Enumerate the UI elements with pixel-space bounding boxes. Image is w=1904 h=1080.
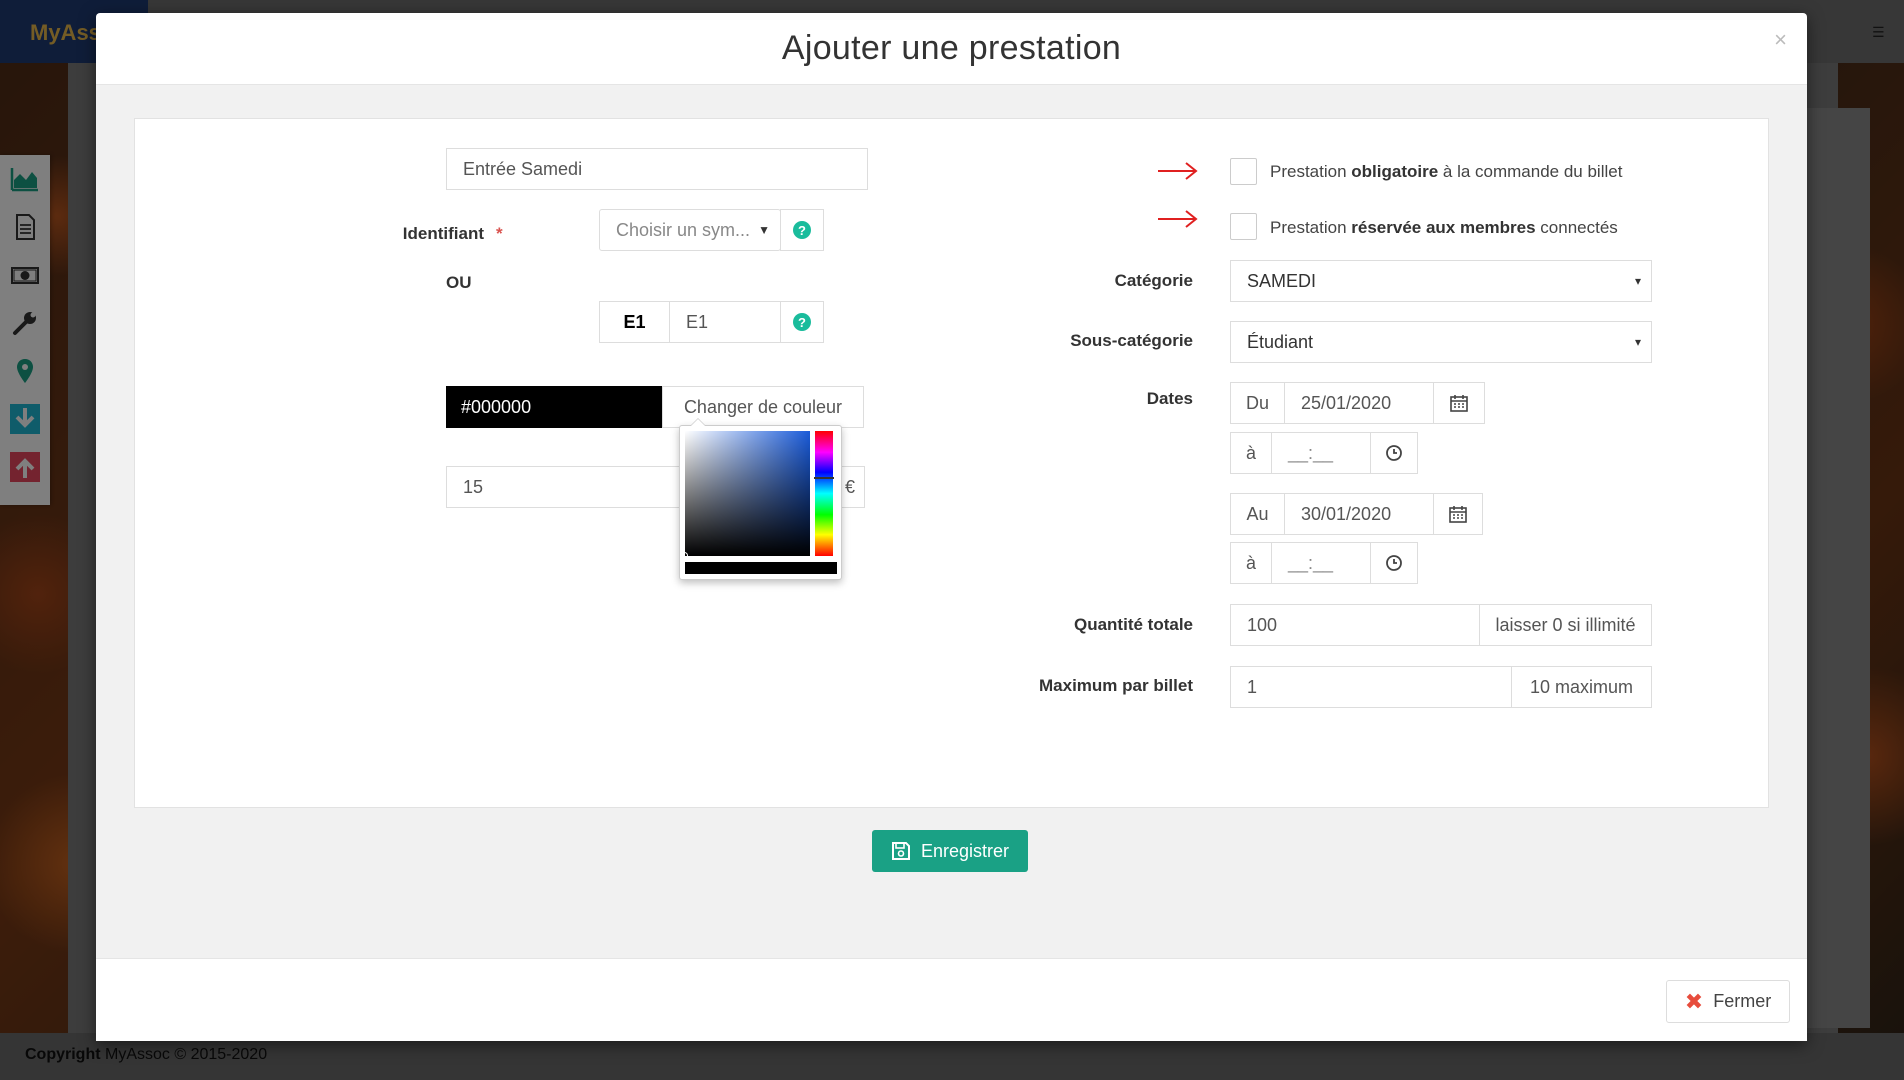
close-button-label: Fermer [1713, 991, 1772, 1011]
quantite-input[interactable]: 100 [1230, 604, 1480, 646]
floppy-disk-icon [891, 842, 910, 860]
obligatoire-label-pre: Prestation [1270, 162, 1352, 181]
du-date-input[interactable]: 25/01/2020 [1284, 382, 1434, 424]
caret-down-icon: ▼ [758, 223, 770, 237]
au-date-input[interactable]: 30/01/2020 [1284, 493, 1434, 535]
arrow-right-icon [1158, 210, 1198, 228]
modal-body [96, 85, 1807, 958]
caret-down-icon: ▾ [1634, 274, 1641, 288]
texte-input[interactable]: E1 [669, 301, 781, 343]
modal-header: Ajouter une prestation × [96, 13, 1807, 85]
quantite-hint: laisser 0 si illimité [1479, 604, 1652, 646]
reservee-label-pre: Prestation [1270, 218, 1352, 237]
obligatoire-label-post: à la commande du billet [1438, 162, 1623, 181]
symbol-select-placeholder: Choisir un sym... [616, 219, 751, 240]
reservee-label-post: connectés [1535, 218, 1618, 237]
close-button[interactable]: ✖ Fermer [1666, 980, 1790, 1023]
souscategorie-label: Sous-catégorie [1070, 331, 1193, 350]
caret-down-icon: ▾ [1634, 335, 1641, 349]
close-x-icon: ✖ [1684, 988, 1704, 1014]
categorie-select-value: SAMEDI [1247, 270, 1317, 291]
reservee-checkbox[interactable] [1230, 213, 1257, 240]
hue-slider[interactable] [815, 431, 833, 556]
ou-label: OU [446, 273, 472, 292]
au-addon: Au [1230, 493, 1285, 535]
au-clock-button[interactable] [1370, 542, 1418, 584]
alpha-slider[interactable] [685, 562, 837, 574]
save-button[interactable]: Enregistrer [872, 830, 1028, 872]
obligatoire-checkbox[interactable] [1230, 158, 1257, 185]
maximum-hint: 10 maximum [1511, 666, 1652, 708]
identifiant-required-mark: * [496, 224, 503, 243]
save-button-label: Enregistrer [920, 840, 1010, 861]
add-prestation-modal: Ajouter une prestation × Nom * Entrée Sa… [96, 13, 1807, 1041]
du-addon: Du [1230, 382, 1285, 424]
maximum-input[interactable]: 1 [1230, 666, 1512, 708]
reservee-label: Prestation réservée aux membres connecté… [1270, 218, 1618, 238]
clock-icon [1386, 445, 1402, 461]
du-clock-button[interactable] [1370, 432, 1418, 474]
color-value-field[interactable]: #000000 [446, 386, 663, 428]
obligatoire-label: Prestation obligatoire à la commande du … [1270, 162, 1622, 182]
categorie-label: Catégorie [1114, 271, 1193, 290]
question-circle-icon: ? [793, 313, 811, 331]
texte-preview: E1 [599, 301, 670, 343]
modal-footer [96, 958, 1807, 1041]
clock-icon [1386, 555, 1402, 571]
souscategorie-select-value: Étudiant [1247, 331, 1314, 352]
du-time-input[interactable]: __:__ [1271, 432, 1371, 474]
saturation-marker[interactable] [681, 552, 688, 559]
categorie-select[interactable]: SAMEDI ▾ [1230, 260, 1652, 302]
obligatoire-label-bold: obligatoire [1351, 162, 1439, 181]
color-picker-popup [679, 418, 842, 580]
arrow-right-icon [1158, 162, 1198, 180]
dates-label: Dates [1146, 389, 1193, 408]
identifiant-label: Identifiant [402, 224, 484, 243]
question-circle-icon: ? [793, 221, 811, 239]
texte-help-button[interactable]: ? [780, 301, 824, 343]
symbol-select[interactable]: Choisir un sym... ▼ [599, 209, 781, 251]
du-calendar-button[interactable] [1433, 382, 1485, 424]
modal-close-button[interactable]: × [1774, 27, 1787, 53]
calendar-icon [1449, 506, 1467, 523]
du-time-addon: à [1230, 432, 1272, 474]
au-time-input[interactable]: __:__ [1271, 542, 1371, 584]
modal-title: Ajouter une prestation [781, 29, 1122, 67]
calendar-icon [1450, 395, 1468, 412]
maximum-label: Maximum par billet [1039, 676, 1193, 695]
symbol-help-button[interactable]: ? [780, 209, 824, 251]
nom-input[interactable]: Entrée Samedi [446, 148, 868, 190]
saturation-area[interactable] [685, 431, 810, 556]
hue-slider-handle[interactable] [814, 477, 834, 479]
au-calendar-button[interactable] [1433, 493, 1483, 535]
souscategorie-select[interactable]: Étudiant ▾ [1230, 321, 1652, 363]
reservee-label-bold: réservée aux membres [1351, 218, 1536, 237]
quantite-label: Quantité totale [1073, 615, 1193, 634]
au-time-addon: à [1230, 542, 1272, 584]
